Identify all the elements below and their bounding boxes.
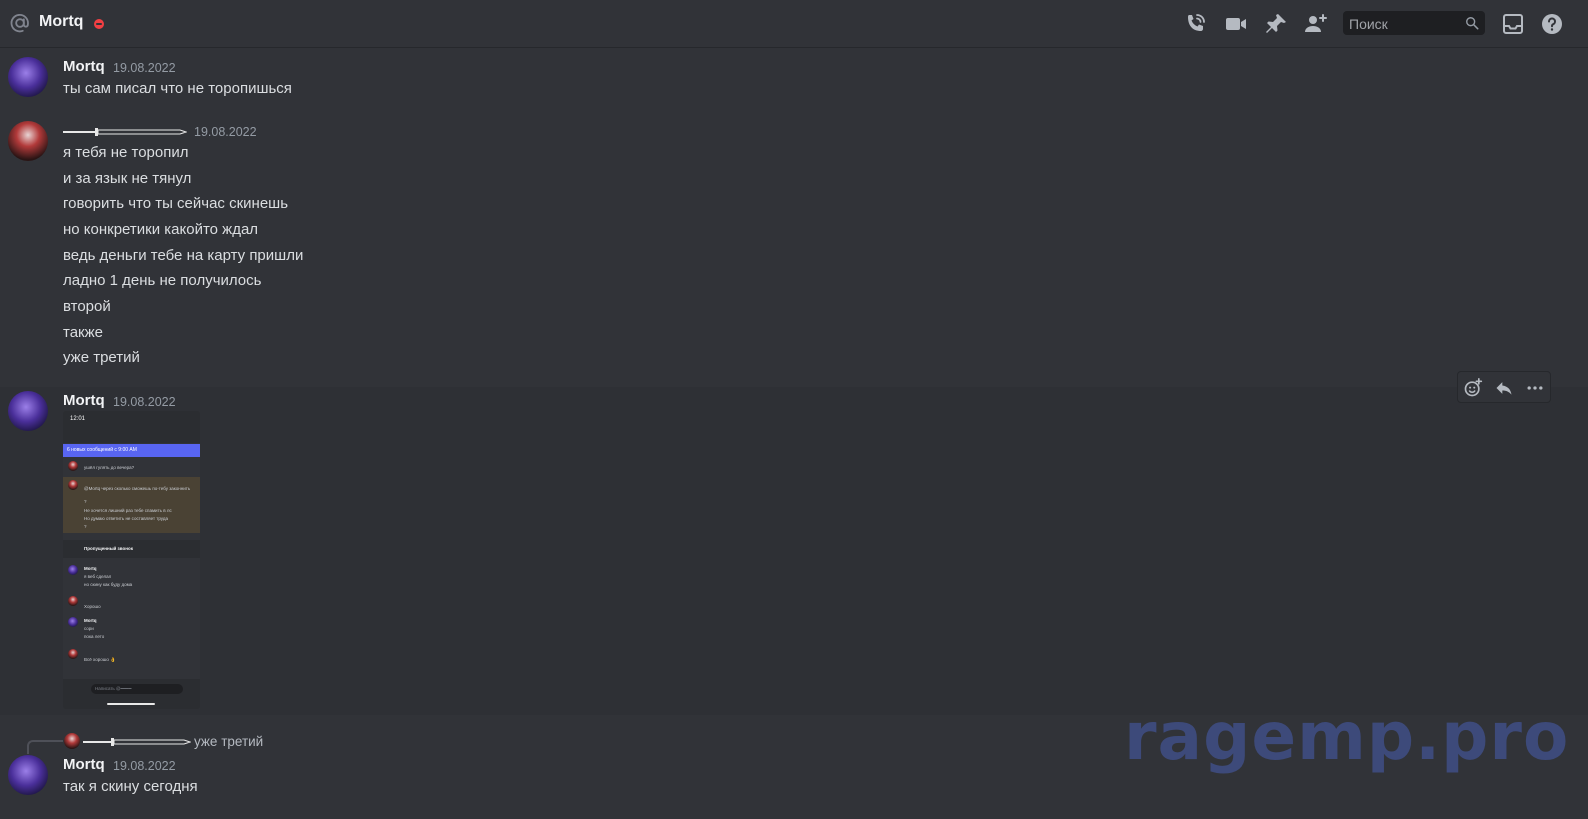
avatar[interactable]: [8, 755, 48, 795]
watermark: ragemp.pro: [1124, 698, 1570, 775]
message-group: Mortq 19.08.2022 так я скину сегодня: [0, 0, 1588, 819]
message-timestamp: 19.08.2022: [113, 759, 176, 773]
message-text: так я скину сегодня: [63, 778, 198, 795]
message-author[interactable]: Mortq: [63, 756, 105, 773]
